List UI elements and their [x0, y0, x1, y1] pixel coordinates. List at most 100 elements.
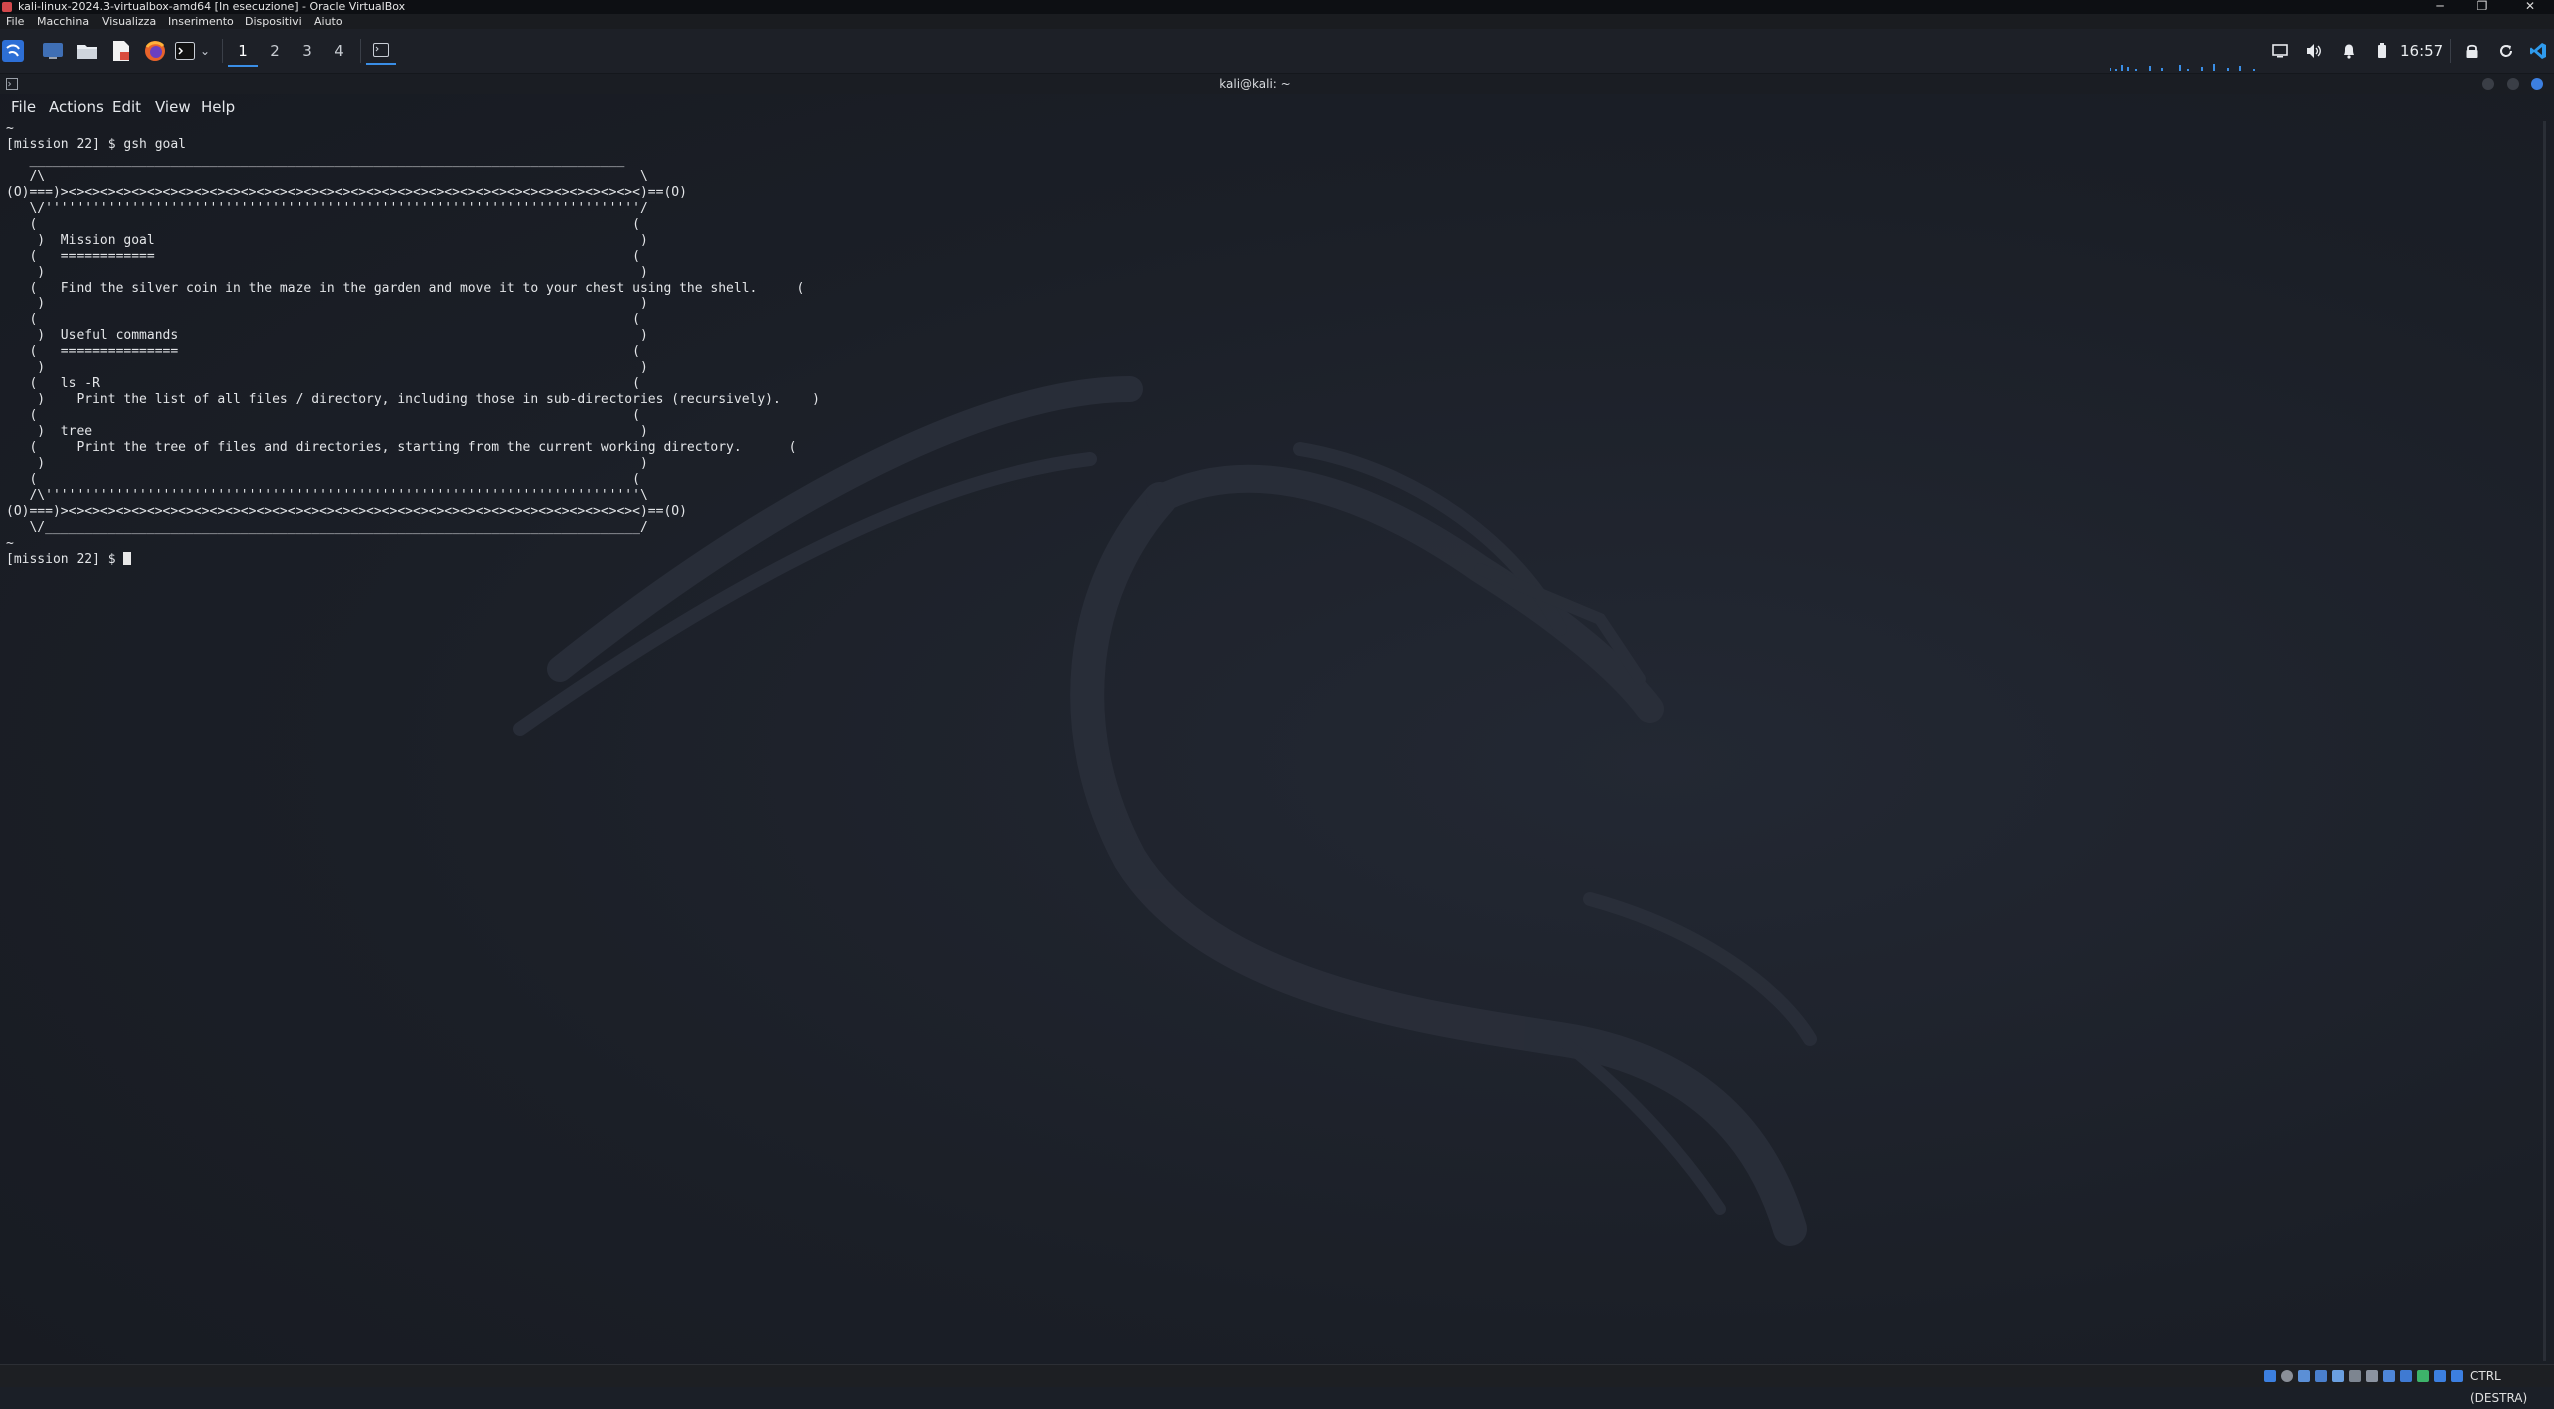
file-manager-button[interactable] — [74, 37, 100, 65]
network-icon[interactable] — [2315, 1370, 2327, 1382]
battery-icon — [2378, 43, 2386, 58]
terminal-titlebar[interactable]: kali@kali: ~ — [0, 74, 2554, 94]
refresh-icon — [2500, 45, 2512, 57]
terminal-line: ( Print the tree of files and directorie… — [6, 440, 797, 456]
close-button[interactable]: ✕ — [2510, 0, 2550, 14]
terminal-line: \/______________________________________… — [6, 519, 648, 535]
terminal-line: ) Print the list of all files / director… — [6, 392, 820, 408]
host-key-label: CTRL (DESTRA) — [2470, 1369, 2528, 1405]
refresh-button[interactable] — [2494, 37, 2518, 65]
terminal-menu-file[interactable]: File — [11, 95, 36, 119]
terminal-window-title: kali@kali: ~ — [1219, 77, 1291, 91]
text-editor-icon — [113, 41, 129, 61]
vscode-icon — [2530, 43, 2546, 59]
cpu-icon[interactable] — [2400, 1370, 2412, 1382]
display-icon — [2272, 44, 2288, 58]
terminal-line: (O)===)><><><><><><><><><><><><><><><><>… — [6, 503, 687, 519]
terminal-line: ( ( — [6, 408, 640, 424]
workspace-3[interactable]: 3 — [292, 37, 322, 65]
chevron-down-icon[interactable]: ⌄ — [198, 37, 212, 65]
terminal-menu-view[interactable]: View — [155, 95, 191, 119]
terminal-output[interactable]: ~ [mission 22] $ gsh goal _______________… — [6, 121, 2536, 1361]
virtualbox-titlebar: kali-linux-2024.3-virtualbox-amd64 [In e… — [0, 0, 2554, 14]
terminal-line: ( ( — [6, 312, 640, 328]
terminal-launcher-button[interactable] — [174, 37, 196, 65]
virtualbox-statusbar: CTRL (DESTRA) — [0, 1364, 2554, 1405]
terminal-line: ) Useful commands ) — [6, 328, 648, 344]
terminal-line: ( ls -R ( — [6, 376, 640, 392]
notifications-button[interactable] — [2337, 37, 2361, 65]
host-menu-input[interactable]: Inserimento — [168, 14, 234, 29]
terminal-menu-edit[interactable]: Edit — [112, 95, 141, 119]
guest-desktop: ⌄ 1 2 3 4 16:57 kali@kali: ~ File Action… — [0, 29, 2554, 1364]
battery-button[interactable] — [2372, 37, 2392, 65]
recording-icon[interactable] — [2383, 1370, 2395, 1382]
terminal-line: (O)===)><><><><><><><><><><><><><><><><>… — [6, 184, 687, 200]
show-desktop-button[interactable] — [40, 37, 66, 65]
optical-drive-icon[interactable] — [2281, 1370, 2293, 1382]
restore-button[interactable]: ❐ — [2462, 0, 2502, 14]
kali-menu-icon — [2, 40, 24, 62]
terminal-line: ~ — [6, 535, 14, 551]
terminal-line: ( =============== ( — [6, 344, 640, 360]
host-menu-machine[interactable]: Macchina — [37, 14, 89, 29]
terminal-line: ) ) — [6, 360, 648, 376]
volume-icon — [2307, 44, 2321, 58]
keyboard-icon[interactable] — [2434, 1370, 2446, 1382]
text-editor-button[interactable] — [108, 37, 134, 65]
file-manager-icon — [77, 45, 97, 59]
usb-icon[interactable] — [2332, 1370, 2344, 1382]
terminal-icon — [175, 42, 195, 60]
hard-disk-icon[interactable] — [2264, 1370, 2276, 1382]
firefox-button[interactable] — [142, 37, 168, 65]
host-menu-help[interactable]: Aiuto — [314, 14, 343, 29]
display-icon[interactable] — [2366, 1370, 2378, 1382]
panel-separator — [360, 39, 361, 63]
lock-screen-button[interactable] — [2460, 37, 2484, 65]
terminal-scrollbar[interactable] — [2543, 121, 2546, 1361]
terminal-line: ( Find the silver coin in the maze in th… — [6, 280, 805, 296]
host-menu-view[interactable]: Visualizza — [102, 14, 156, 29]
vscode-button[interactable] — [2526, 37, 2550, 65]
terminal-line: ) Mission goal ) — [6, 232, 648, 248]
minimize-window-button[interactable] — [2482, 78, 2494, 90]
kali-menu-button[interactable] — [0, 37, 26, 65]
taskbar-terminal-window[interactable] — [366, 37, 396, 65]
maximize-window-button[interactable] — [2507, 78, 2519, 90]
terminal-line: ( ( — [6, 216, 640, 232]
terminal-line: ) ) — [6, 264, 648, 280]
minimize-button[interactable]: ─ — [2420, 0, 2460, 14]
terminal-menu-actions[interactable]: Actions — [49, 95, 104, 119]
text-cursor — [123, 551, 132, 565]
volume-button[interactable] — [2302, 37, 2326, 65]
workspace-4[interactable]: 4 — [324, 37, 354, 65]
terminal-menu-help[interactable]: Help — [201, 95, 235, 119]
panel-separator — [2450, 39, 2451, 63]
xfce-top-panel: ⌄ 1 2 3 4 16:57 — [0, 29, 2554, 74]
workspace-2[interactable]: 2 — [260, 37, 290, 65]
host-menu-file[interactable]: File — [6, 14, 24, 29]
workspace-1[interactable]: 1 — [228, 37, 258, 67]
terminal-line: \/''''''''''''''''''''''''''''''''''''''… — [6, 200, 648, 216]
terminal-prompt: [mission 22] $ — [6, 551, 124, 567]
desktop-icon — [43, 43, 63, 59]
terminal-line: ~ — [6, 121, 14, 136]
close-window-button[interactable] — [2531, 78, 2543, 90]
terminal-line: ) ) — [6, 296, 648, 312]
virtualbox-menubar: File Macchina Visualizza Inserimento Dis… — [0, 14, 2554, 29]
display-button[interactable] — [2268, 37, 2292, 65]
terminal-prompt-line[interactable]: [mission 22] $ — [6, 551, 2536, 568]
terminal-line: /\''''''''''''''''''''''''''''''''''''''… — [6, 487, 648, 503]
host-menu-devices[interactable]: Dispositivi — [245, 14, 302, 29]
terminal-line: ( ( — [6, 471, 640, 487]
lock-icon — [2466, 44, 2478, 58]
notification-bell-icon — [2344, 44, 2354, 59]
host-key-icon — [2451, 1370, 2463, 1382]
virtualbox-window-title: kali-linux-2024.3-virtualbox-amd64 [In e… — [18, 0, 406, 13]
terminal-line: ) ) — [6, 456, 648, 472]
terminal-menubar: File Actions Edit View Help — [0, 95, 2554, 119]
audio-icon[interactable] — [2298, 1370, 2310, 1382]
shared-folder-icon[interactable] — [2349, 1370, 2361, 1382]
panel-clock[interactable]: 16:57 — [2400, 29, 2443, 73]
mouse-integration-icon[interactable] — [2417, 1370, 2429, 1382]
